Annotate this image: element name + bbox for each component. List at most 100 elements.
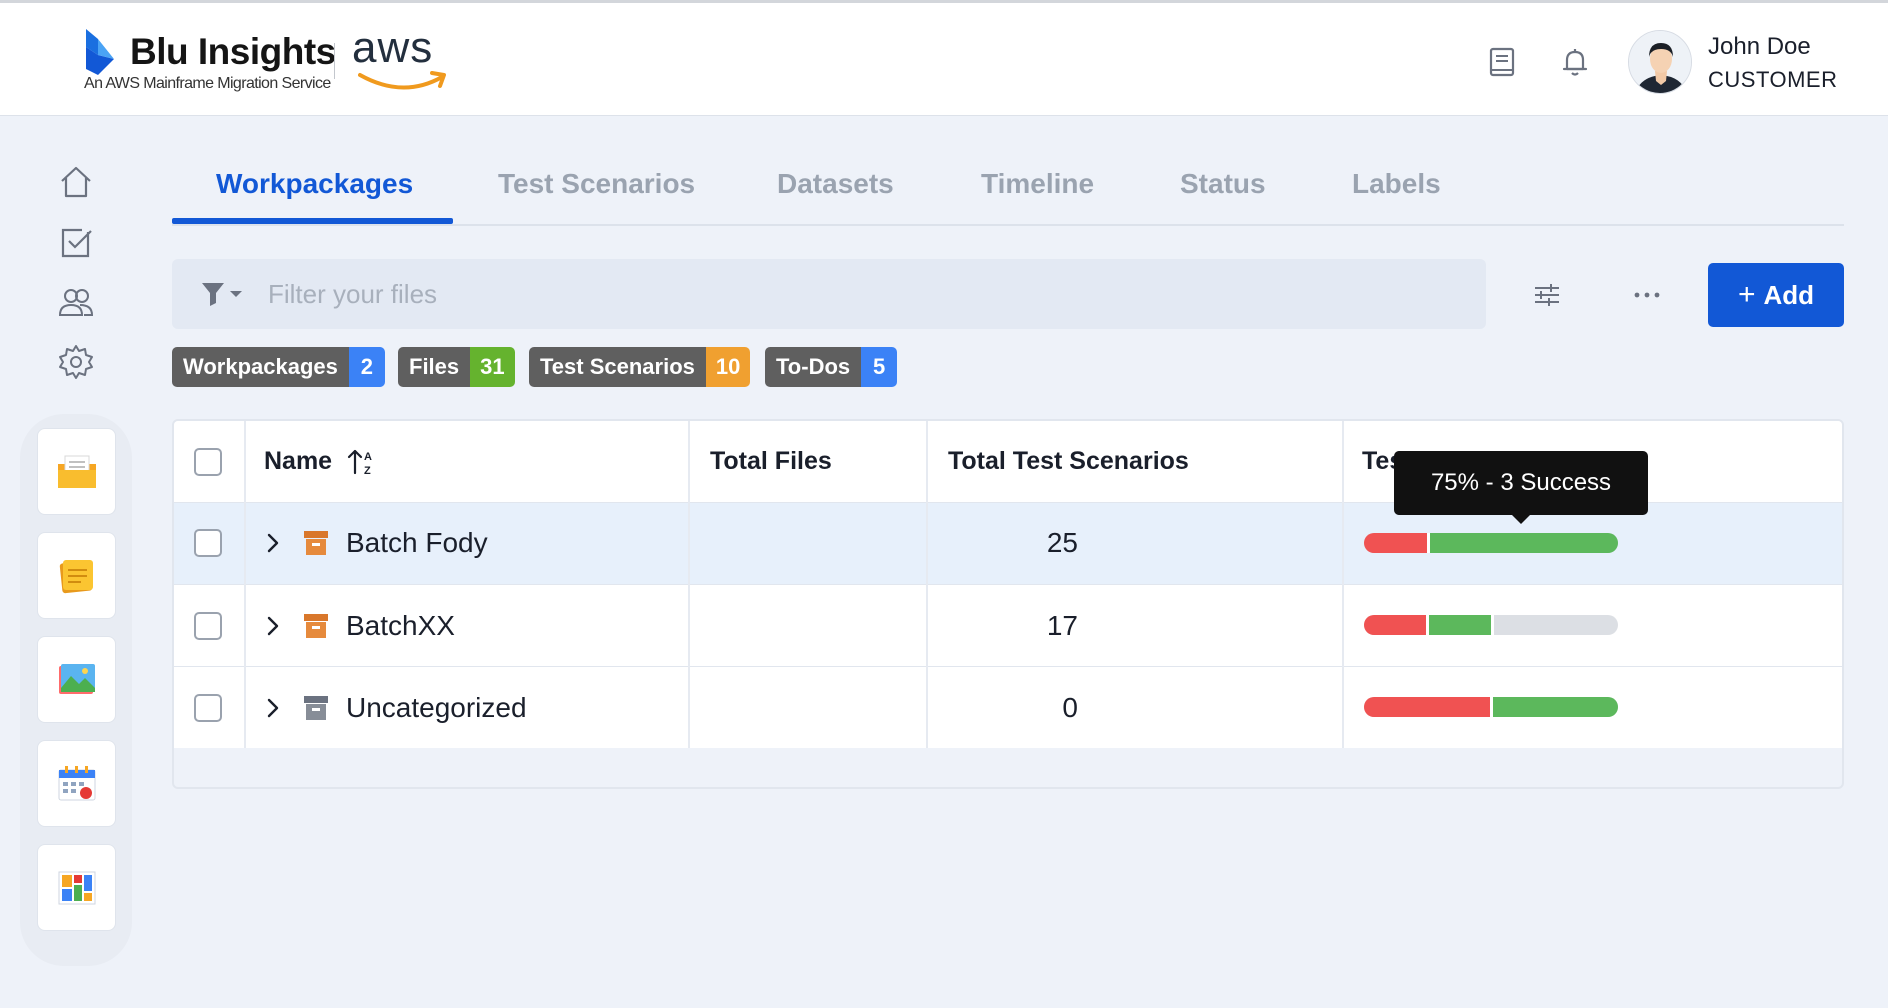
progress-fail-segment [1364, 615, 1426, 635]
row-name-cell: BatchXX [264, 585, 455, 666]
chevron-right-icon[interactable] [264, 697, 282, 719]
row-select-cell [194, 585, 226, 666]
tab-datasets[interactable]: Datasets [777, 168, 894, 200]
progress-fail-segment [1364, 533, 1427, 553]
archive-box-icon [304, 531, 328, 555]
checklist-icon[interactable] [56, 222, 96, 262]
users-icon[interactable] [56, 282, 96, 322]
progress-pending-segment [1494, 615, 1618, 635]
folder-app-icon[interactable] [37, 428, 116, 515]
row-checkbox[interactable] [194, 611, 222, 640]
blu-logo-icon [86, 29, 114, 75]
filter-bar[interactable] [172, 259, 1486, 329]
badge-label: Workpackages [172, 347, 349, 387]
logo-divider [334, 43, 335, 79]
user-role: CUSTOMER [1708, 67, 1838, 92]
plus-icon: + [1737, 278, 1756, 311]
row-divider [174, 584, 1842, 585]
badge-label: Test Scenarios [529, 347, 706, 387]
archive-box-icon [304, 613, 328, 638]
badge-todos[interactable]: To-Dos 5 [765, 347, 898, 387]
row-total-files: 25 [1046, 527, 1078, 558]
filter-input[interactable] [268, 259, 1468, 329]
badge-test-scenarios[interactable]: Test Scenarios 10 [529, 347, 751, 387]
select-all-checkbox[interactable] [194, 447, 222, 476]
column-divider [1342, 421, 1344, 748]
row-checkbox[interactable] [194, 693, 222, 722]
add-button-label: Add [1763, 279, 1815, 310]
row-divider [174, 666, 1842, 667]
home-icon[interactable] [56, 162, 96, 202]
badge-count: 10 [705, 347, 751, 387]
progress-fail-segment [1364, 697, 1490, 717]
avatar[interactable] [1628, 30, 1692, 94]
progress-tooltip: 75% - 3 Success [1394, 451, 1648, 524]
row-name: BatchXX [346, 609, 455, 641]
tab-status[interactable]: Status [1180, 168, 1266, 200]
test-progress-bar[interactable] [1364, 697, 1618, 717]
column-divider [926, 421, 928, 748]
header-total-files[interactable]: Total Files [710, 421, 832, 502]
user-name: John Doe [1708, 33, 1811, 60]
brand-name: Blu Insights [130, 31, 336, 72]
table-row[interactable]: BatchXX 17 4 [174, 585, 1842, 666]
row-checkbox[interactable] [194, 529, 222, 557]
active-tab-indicator [172, 218, 453, 224]
sliders-icon[interactable] [1530, 278, 1564, 312]
badge-workpackages[interactable]: Workpackages 2 [172, 347, 385, 387]
header-name[interactable]: Name A Z [264, 421, 376, 502]
chevron-right-icon[interactable] [264, 615, 282, 637]
badge-label: To-Dos [765, 347, 862, 387]
row-name: Batch Fody [346, 527, 488, 558]
header-total-test-scenarios[interactable]: Total Test Scenarios [948, 421, 1189, 502]
badge-count: 5 [861, 347, 898, 387]
tab-timeline[interactable]: Timeline [981, 168, 1094, 200]
aws-logo: aws [352, 23, 462, 95]
dashboard-app-icon[interactable] [37, 844, 116, 931]
column-divider [244, 421, 246, 748]
bell-icon[interactable] [1558, 45, 1592, 79]
filter-icon[interactable] [200, 281, 250, 307]
more-options-icon[interactable] [1630, 278, 1664, 312]
tab-test-scenarios[interactable]: Test Scenarios [498, 168, 695, 200]
column-divider [688, 421, 690, 748]
badge-count: 2 [348, 347, 385, 387]
archive-box-icon [304, 695, 328, 720]
chevron-right-icon[interactable] [264, 532, 282, 554]
row-total-files: 0 [1062, 691, 1078, 723]
test-progress-bar[interactable] [1364, 533, 1618, 553]
aws-wordmark: aws [352, 23, 434, 72]
progress-success-segment [1429, 615, 1491, 635]
row-name: Uncategorized [346, 691, 527, 723]
row-select-cell [194, 502, 226, 584]
top-header: Blu Insights An AWS Mainframe Migration … [0, 0, 1888, 116]
brand-subtitle: An AWS Mainframe Migration Service [84, 75, 331, 92]
add-button[interactable]: + Add [1708, 263, 1844, 327]
gear-icon[interactable] [56, 342, 96, 382]
user-avatar-icon [1629, 31, 1691, 93]
badge-files[interactable]: Files 31 [398, 347, 515, 387]
row-name-cell: Uncategorized [264, 667, 527, 748]
progress-success-segment [1429, 533, 1618, 553]
table-row[interactable]: Uncategorized 0 2 [174, 667, 1842, 748]
tab-bar: Workpackages Test Scenarios Datasets Tim… [172, 158, 1844, 226]
row-select-cell [194, 667, 226, 748]
calendar-app-icon[interactable] [37, 740, 116, 827]
header-name-label: Name [264, 447, 333, 475]
svg-text:A: A [364, 451, 372, 463]
svg-text:Z: Z [364, 465, 371, 477]
tab-labels[interactable]: Labels [1352, 168, 1441, 200]
badge-label: Files [398, 347, 471, 387]
test-progress-bar[interactable] [1364, 615, 1618, 635]
image-app-icon[interactable] [37, 636, 116, 723]
book-icon[interactable] [1485, 45, 1519, 79]
progress-success-segment [1492, 697, 1618, 717]
tab-workpackages[interactable]: Workpackages [216, 168, 413, 200]
notes-app-icon[interactable] [37, 532, 116, 619]
aws-smile-icon [358, 71, 446, 90]
row-total-files: 17 [1046, 609, 1078, 641]
row-name-cell: Batch Fody [264, 502, 488, 584]
badge-count: 31 [470, 347, 515, 387]
select-all-cell [194, 421, 226, 502]
sort-icon[interactable]: A Z [346, 447, 376, 477]
